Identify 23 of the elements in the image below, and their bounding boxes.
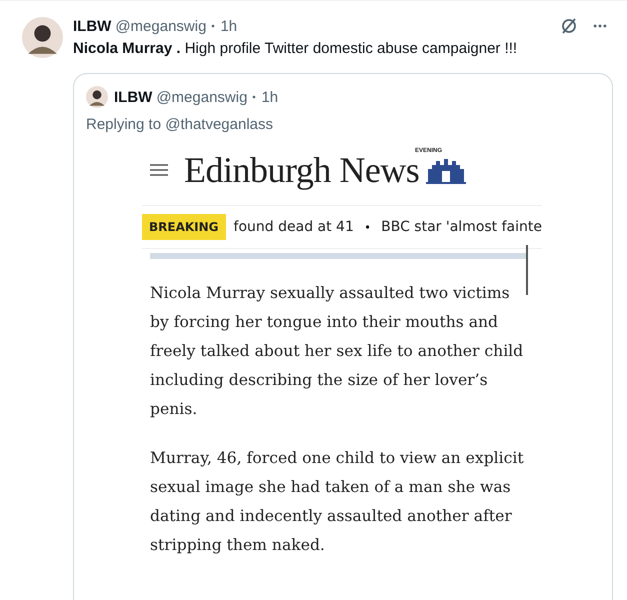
ticker-headline: BBC star 'almost fainte: [381, 219, 542, 235]
ticker-headline: found dead at 41: [234, 219, 354, 235]
author-name: ILBW: [114, 88, 152, 106]
more-icon[interactable]: [593, 23, 607, 29]
breaking-label: BREAKING: [142, 214, 226, 240]
article-paragraph: Nicola Murray sexually assaulted two victims by forcing her tongue into their mouths and freely talked about her sex life to another child including describing the size of her lover’s penis.: [150, 283, 524, 420]
scrollbar: [526, 245, 528, 295]
separator-dot: [211, 24, 216, 28]
bullet-icon: [366, 223, 370, 231]
article-paragraph: Murray, 46, forced one child to view an explicit sexual image she had taken of a man she was dating and indecently assaulted another after stripping them naked.: [150, 448, 525, 556]
slashed-circle-icon[interactable]: [559, 16, 579, 36]
post-time: 1h: [261, 88, 278, 106]
post-time[interactable]: 1h: [220, 18, 238, 34]
author-handle[interactable]: @meganswig: [115, 18, 206, 34]
menu-icon: [150, 164, 168, 176]
separator-dot: [252, 95, 256, 99]
avatar[interactable]: [86, 86, 108, 108]
quoted-post[interactable]: [73, 73, 613, 600]
post-text: Nicola Murray . High profile Twitter domestic abuse campaigner !!!: [73, 39, 518, 59]
author-name[interactable]: ILBW: [73, 18, 112, 34]
avatar[interactable]: [22, 17, 63, 58]
author-handle: @meganswig: [156, 88, 248, 106]
replying-to: Replying to @thatveganlass: [86, 116, 274, 133]
